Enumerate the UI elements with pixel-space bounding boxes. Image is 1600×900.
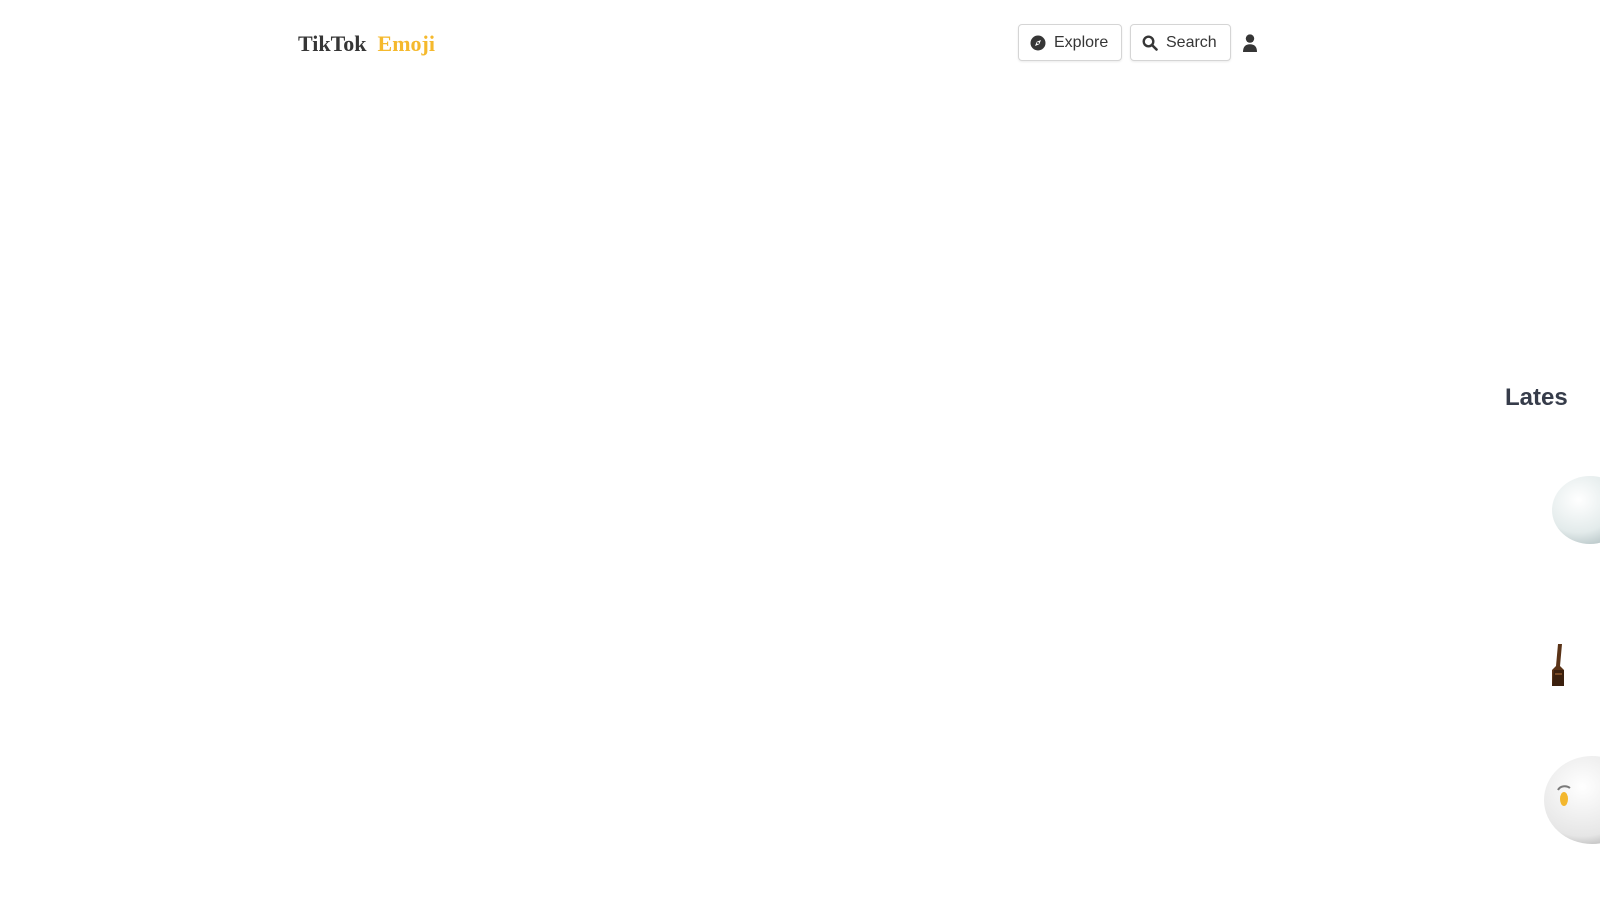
compass-icon [1030, 35, 1046, 51]
logo-text-emoji: Emoji [377, 31, 435, 56]
logo-text-tiktok: TikTok [298, 31, 367, 56]
search-label: Search [1166, 33, 1217, 51]
emoji-thumbnail-hand[interactable] [1548, 640, 1600, 696]
latest-section-heading: Lates [1505, 384, 1568, 411]
emoji-thumbnail-ghost[interactable] [1548, 470, 1600, 550]
search-icon [1142, 34, 1158, 51]
user-icon[interactable] [1242, 34, 1258, 52]
search-button[interactable]: Search [1130, 24, 1231, 61]
explore-button[interactable]: Explore [1018, 24, 1122, 61]
site-header: TikTok Emoji Explore Search [0, 0, 1600, 88]
explore-label: Explore [1054, 33, 1109, 51]
emoji-thumbnail-face[interactable] [1540, 752, 1600, 848]
site-logo[interactable]: TikTok Emoji [298, 30, 435, 58]
